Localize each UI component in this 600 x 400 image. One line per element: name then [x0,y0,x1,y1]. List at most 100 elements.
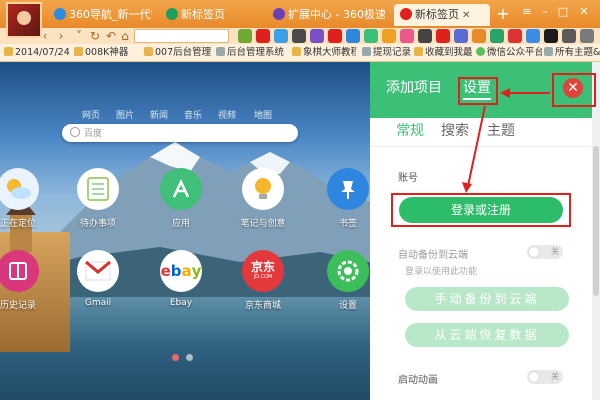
extension-toolbar-icon[interactable] [328,29,342,43]
app-store-icon [160,168,202,210]
user-avatar[interactable] [6,2,42,38]
bookmark-item[interactable]: 微信公众平台 [476,46,542,60]
extension-toolbar-icon[interactable] [346,29,360,43]
extension-toolbar-icon[interactable] [436,29,450,43]
extension-toolbar-icon[interactable] [580,29,594,43]
bookmark-item[interactable]: 008K神器 [74,46,140,60]
new-tab-button[interactable]: + [494,5,512,23]
tab-extensions[interactable]: 扩展中心 - 360极速浏览 [267,4,385,26]
extension-toolbar-icon[interactable] [562,29,576,43]
app-jd[interactable]: 京东 JD.COM 京东商城 [233,250,293,311]
search-input[interactable]: 百度 [62,124,298,142]
address-input[interactable] [134,29,229,43]
manual-backup-button[interactable]: 手动备份到云端 [405,287,569,311]
app-label: 历史记录 [0,301,36,311]
app-label: 京东商城 [244,301,281,311]
window-close-icon[interactable]: ✕ [574,4,594,20]
extension-toolbar-icon[interactable] [418,29,432,43]
tab-label: 扩展中心 - 360极速浏览 [288,8,385,21]
avatar-face-icon [17,11,31,25]
gear-icon [327,250,369,292]
close-tab-icon[interactable]: ✕ [462,10,470,21]
search-tab-news[interactable]: 新闻 [150,109,168,123]
extension-toolbar-icon[interactable] [238,29,252,43]
extension-toolbar-icon[interactable] [508,29,522,43]
extension-toolbar-icon[interactable] [526,29,540,43]
extension-toolbar-icon[interactable] [256,29,270,43]
extension-toolbar-icon[interactable] [382,29,396,43]
ebay-logo-letter: e [160,262,171,280]
tab-label: 新标签页 [181,8,225,21]
app-gmail[interactable]: Gmail [68,250,128,308]
bookmark-label: 象棋大师教程 [303,47,356,58]
app-notes[interactable]: 笔记与创意 [233,168,293,229]
tab-newtab-1[interactable]: 新标签页 [160,4,260,26]
folder-icon [4,47,13,56]
app-weather[interactable]: 正在定位 [0,168,48,229]
page-dot[interactable] [186,354,193,361]
maximize-icon[interactable]: □ [556,4,570,20]
tab-label: 360导航_新一代安全上网 [69,8,152,21]
bookmark-item[interactable]: 2014/07/24 从 [4,46,70,60]
app-bookmarks[interactable]: 书签 [318,168,378,229]
ebay-logo-letter: a [181,262,192,280]
bookmark-item[interactable]: 007后台管理 [144,46,212,60]
bookmark-label: 2014/07/24 从 [15,47,70,58]
bookmark-item[interactable]: 收藏到我最 [414,46,474,60]
bookmark-label: 后台管理系统 [227,47,285,58]
annotation-arrows [462,88,550,193]
bookmark-item[interactable]: 后台管理系统 [216,46,286,60]
search-icon [70,127,80,137]
restore-button[interactable]: 从云端恢复数据 [405,323,569,347]
auto-backup-toggle[interactable]: 关 [527,245,563,259]
extension-toolbar-icon[interactable] [454,29,468,43]
tab-360-nav[interactable]: 360导航_新一代安全上网 [48,4,152,26]
360-nav-icon [54,8,66,20]
search-tab-music[interactable]: 音乐 [184,109,202,123]
bookmark-item[interactable]: 所有主题&n [544,46,600,60]
forward-icon[interactable]: › [54,29,68,43]
bookmark-item[interactable]: 提现记录 [362,46,412,60]
jd-logo-sub: JD.COM [253,274,273,280]
app-store[interactable]: 应用 [151,168,211,229]
bookmark-item[interactable]: 象棋大师教程 [292,46,356,60]
startup-animation-toggle[interactable]: 关 [527,370,563,384]
search-tab-images[interactable]: 图片 [116,109,134,123]
ebay-logo-letter: y [191,262,202,280]
app-settings[interactable]: 设置 [318,250,378,311]
app-ebay[interactable]: ebay Ebay [151,250,211,308]
minimize-icon[interactable]: – [538,4,552,20]
page-dot-active[interactable] [172,354,179,361]
jd-icon: 京东 JD.COM [242,250,284,292]
extension-toolbar-icon[interactable] [544,29,558,43]
search-tab-web[interactable]: 网页 [82,109,100,123]
search-tab-map[interactable]: 地图 [254,109,272,123]
app-label: 设置 [338,301,357,311]
bookmark-label: 收藏到我最 [425,47,473,58]
dropdown-icon[interactable]: ˅ [72,29,86,43]
extension-toolbar-icon[interactable] [472,29,486,43]
folder-icon [292,47,301,56]
app-todo[interactable]: 待办事项 [68,168,128,229]
app-label: 正在定位 [0,219,36,229]
login-hint: 登录以使用此功能 [405,267,478,277]
ebay-icon: ebay [160,250,202,292]
page-icon [544,47,553,56]
search-tab-video[interactable]: 视频 [218,109,236,123]
search-placeholder: 百度 [84,129,103,139]
extension-toolbar-icon[interactable] [364,29,378,43]
home-icon[interactable]: ⌂ [118,29,132,43]
bookmark-label: 提现记录 [373,47,412,58]
tab-newtab-active[interactable]: 新标签页 ✕ [394,4,490,26]
startup-animation-label: 启动动画 [398,375,438,386]
menu-icon[interactable]: ≡ [520,4,534,20]
refresh-icon[interactable]: ↻ [88,29,102,43]
toggle-knob [529,247,539,257]
extension-toolbar-icon[interactable] [292,29,306,43]
extension-toolbar-icon[interactable] [274,29,288,43]
undo-icon[interactable]: ↶ [104,29,118,43]
extension-toolbar-icon[interactable] [490,29,504,43]
app-history[interactable]: 历史记录 [0,250,48,311]
extension-toolbar-icon[interactable] [310,29,324,43]
extension-toolbar-icon[interactable] [400,29,414,43]
